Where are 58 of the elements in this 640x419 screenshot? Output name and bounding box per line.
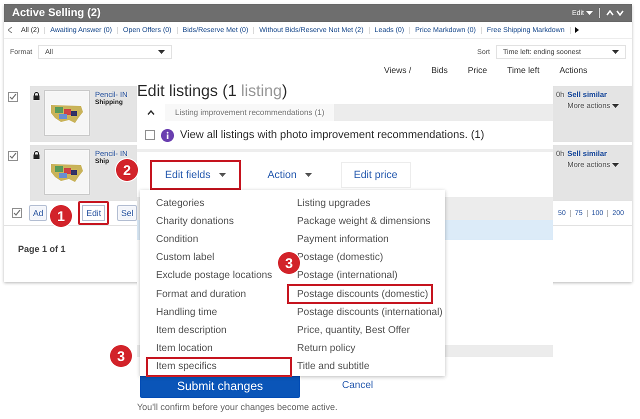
menu-item[interactable]: Handling time: [156, 303, 218, 322]
menu-item[interactable]: Item description: [156, 321, 227, 340]
step-number-badge: 3: [110, 345, 132, 367]
confirmation-note: You'll confirm before your changes become active.: [137, 402, 338, 412]
step-number-badge: 1: [50, 205, 72, 227]
column-header: Bids: [431, 65, 448, 75]
menu-item[interactable]: Format and duration: [156, 285, 246, 304]
menu-item[interactable]: Return policy: [297, 340, 356, 358]
recommendations-tab[interactable]: Listing improvement recommendations (1): [165, 104, 334, 121]
menu-item[interactable]: Price, quantity, Best Offer: [297, 321, 410, 340]
caret-icon: [218, 173, 226, 177]
checkbox[interactable]: [12, 208, 22, 218]
lock-icon: [33, 92, 40, 100]
caret-icon: [158, 50, 166, 54]
footer-button[interactable]: Sel: [117, 205, 138, 221]
caret-icon: [612, 50, 619, 54]
column-header: Views /: [384, 65, 412, 75]
caret-icon: [612, 104, 620, 108]
cancel-link[interactable]: Cancel: [342, 380, 374, 391]
collapse-icon[interactable]: [606, 10, 624, 16]
dropdown-button[interactable]: Edit fields: [152, 162, 239, 188]
dialog-title: Edit listings (1 listing): [137, 82, 288, 102]
checkbox[interactable]: [8, 151, 18, 161]
column-header: Actions: [559, 65, 588, 75]
column-header: Time left: [507, 65, 540, 75]
map-thumbnail: [44, 90, 90, 136]
menu-item[interactable]: Package weight & dimensions: [297, 212, 430, 230]
menu-item[interactable]: Listing upgrades: [297, 194, 370, 212]
menu-item[interactable]: Condition: [156, 230, 198, 249]
edit-price-button[interactable]: Edit price: [340, 162, 410, 188]
next-icon[interactable]: [574, 27, 579, 33]
page-label: Page 1 of 1: [18, 244, 66, 254]
previous-icon[interactable]: [8, 27, 12, 33]
menu-item[interactable]: Postage discounts (domestic): [288, 285, 432, 304]
step-number-badge: 2: [116, 159, 138, 181]
panel-title: Active Selling (2): [12, 7, 102, 19]
map-thumbnail: [44, 149, 90, 195]
menu-item[interactable]: Postage (international): [297, 266, 398, 286]
menu-item[interactable]: Item location: [156, 340, 213, 358]
menu-item[interactable]: Payment information: [297, 230, 389, 249]
caret-icon: [612, 162, 620, 166]
menu-item[interactable]: Postage discounts (international): [297, 303, 443, 322]
menu-item[interactable]: Custom label: [156, 248, 214, 267]
menu-item[interactable]: Charity donations: [156, 212, 234, 230]
footer-button[interactable]: Edit: [78, 201, 110, 225]
lock-icon: [33, 151, 40, 159]
info-icon: [161, 128, 174, 142]
caret-icon: [304, 173, 312, 177]
menu-item[interactable]: Categories: [156, 194, 204, 212]
photo-recommendations-label: View all listings with photo improvement recommendations. (1): [180, 129, 484, 141]
menu-item[interactable]: Title and subtitle: [297, 358, 370, 376]
column-header: Price: [468, 65, 488, 75]
footer-button[interactable]: Ad: [29, 205, 48, 221]
menu-item[interactable]: Postage (domestic): [297, 248, 384, 267]
caret-icon: [586, 11, 593, 15]
menu-item[interactable]: Exclude postage locations: [156, 266, 272, 286]
checkbox[interactable]: [145, 130, 155, 140]
checkbox[interactable]: [8, 92, 18, 102]
